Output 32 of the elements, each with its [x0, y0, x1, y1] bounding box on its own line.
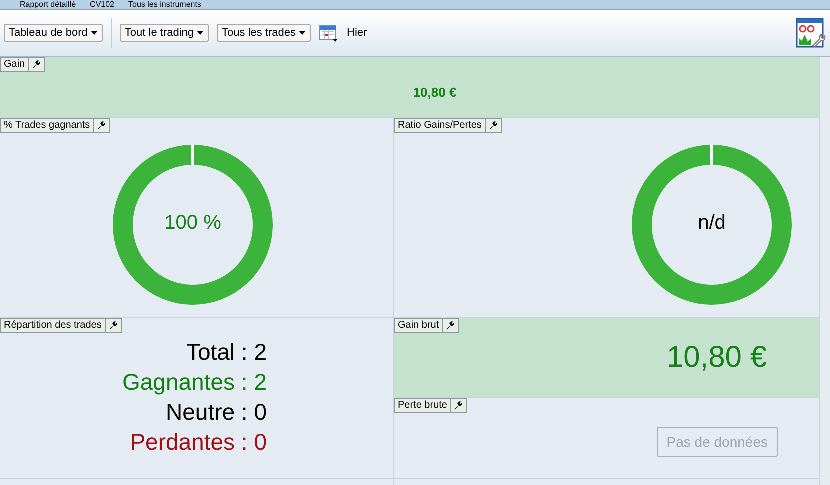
- panel-title: % Trades gagnants: [3, 119, 92, 132]
- calendar-icon[interactable]: [319, 24, 339, 42]
- wrench-icon: [454, 401, 464, 410]
- caret-icon: [299, 31, 306, 35]
- trade-count: Neutre : 0: [166, 398, 267, 427]
- trade-count: Gagnantes : 2: [122, 368, 267, 397]
- panel-title: Répartition des trades: [3, 319, 103, 332]
- panel-title: Ratio Gains/Pertes: [397, 119, 483, 132]
- gross-gain-value: 10,80 €: [666, 341, 767, 375]
- wrench-icon: [32, 60, 42, 69]
- dropdown-button[interactable]: Tout le trading: [120, 24, 210, 42]
- wrench-icon: [108, 321, 118, 330]
- dropdown-button[interactable]: Tous les trades: [217, 24, 311, 42]
- donut-value: 100 %: [164, 212, 222, 235]
- wrench-icon: [446, 321, 456, 330]
- panel-title: Perte brute: [397, 399, 448, 412]
- donut-value: n/d: [697, 212, 727, 235]
- date-label: Hier: [347, 27, 368, 39]
- wrench-icon: [488, 121, 498, 130]
- panel-title: Gain brut: [397, 319, 440, 332]
- dropdown-button[interactable]: Tableau de bord: [4, 24, 103, 42]
- caret-icon: [197, 31, 204, 35]
- trade-count: Perdantes : 0: [130, 428, 267, 457]
- wrench-icon: [97, 121, 106, 130]
- dashboard-settings-icon[interactable]: [796, 18, 826, 48]
- trade-count: Total : 2: [186, 338, 267, 367]
- window-tab[interactable]: Tous les instruments: [128, 0, 202, 9]
- panel-title: Gain: [3, 58, 26, 71]
- window-tab[interactable]: CV102: [90, 0, 115, 9]
- window-tab[interactable]: Rapport détaillé: [20, 0, 76, 9]
- caret-icon: [90, 31, 98, 35]
- gain-value: 10,80 €: [413, 85, 457, 100]
